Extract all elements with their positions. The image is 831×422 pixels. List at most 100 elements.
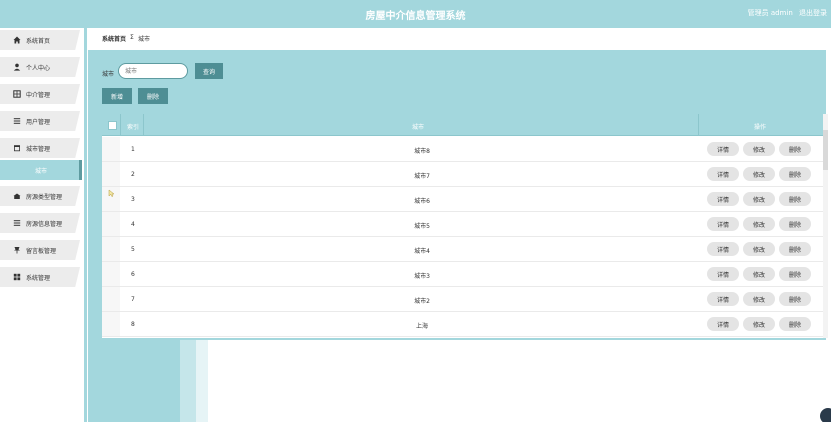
row-checkbox-cell[interactable] [102,287,120,311]
row-checkbox-cell[interactable] [102,312,120,336]
sidebar-item-label: 个人中心 [26,64,51,72]
detail-button[interactable]: 详情 [707,317,739,331]
pointer-cursor-icon [108,189,116,197]
row-city: 城市3 [414,273,430,280]
sidebar-item-label: 系统首页 [26,37,51,45]
column-divider [698,114,699,136]
row-index: 2 [131,171,135,178]
detail-button[interactable]: 详情 [707,242,739,256]
list-icon [13,117,21,125]
edit-button[interactable]: 修改 [743,192,775,206]
row-index: 5 [131,246,135,253]
row-index: 7 [131,296,135,303]
user-label: 管理员 admin [747,9,793,17]
row-index: 6 [131,271,135,278]
detail-button[interactable]: 详情 [707,267,739,281]
apps-icon [13,273,21,281]
detail-button[interactable]: 详情 [707,142,739,156]
detail-button[interactable]: 详情 [707,292,739,306]
delete-button[interactable]: 删除 [779,217,811,231]
decor-stripe [196,340,208,422]
sidebar-item-city-mgmt[interactable]: 城市管理 [0,138,80,158]
sidebar-item-system[interactable]: 系统管理 [0,267,80,287]
delete-button[interactable]: 删除 [779,242,811,256]
sidebar-item-home[interactable]: 系统首页 [0,30,80,50]
edit-button[interactable]: 修改 [743,317,775,331]
breadcrumb: 系统首页 Σ 城市 [88,28,831,50]
detail-button[interactable]: 详情 [707,192,739,206]
row-index: 8 [131,321,135,328]
sidebar-item-city[interactable]: 城市 [0,160,82,180]
table-row: 1 城市8 详情 修改 删除 [102,137,824,162]
header-operation: 操作 [754,124,767,131]
app-title: 房屋中介信息管理系统 [365,11,466,22]
detail-button[interactable]: 详情 [707,167,739,181]
table-header: 索引 城市 操作 [102,114,824,136]
table-scroll-thumb[interactable] [823,130,828,170]
row-checkbox-cell[interactable] [102,237,120,261]
row-checkbox-cell[interactable] [102,137,120,161]
sidebar-item-message-board[interactable]: 留言板管理 [0,240,80,260]
user-area: 管理员 admin 退出登录 [744,8,827,18]
batch-delete-button[interactable]: 删除 [138,88,168,104]
list-icon [13,219,21,227]
calendar-icon [13,144,21,152]
sidebar-item-label: 留言板管理 [26,247,57,255]
table-row: 3 城市6 详情 修改 删除 [102,187,824,212]
row-city: 城市6 [414,198,430,205]
edit-button[interactable]: 修改 [743,142,775,156]
delete-button[interactable]: 删除 [779,317,811,331]
delete-button[interactable]: 删除 [779,267,811,281]
sidebar-item-house-info[interactable]: 房源信息管理 [0,213,80,233]
sidebar-edge [84,28,87,422]
column-divider [143,114,144,136]
grid-icon [13,90,21,98]
sidebar-item-label: 用户管理 [26,118,51,126]
row-index: 1 [131,146,135,153]
row-index: 3 [131,196,135,203]
search-label: 城市 [102,71,115,78]
row-checkbox-cell[interactable] [102,212,120,236]
query-button[interactable]: 查询 [195,63,223,79]
main-content: 城市 查询 新增 删除 索引 城市 操作 1 城市8 详情 修改 删除 2 城市… [88,50,831,422]
floating-badge [820,408,831,422]
breadcrumb-separator: Σ [130,34,134,41]
row-checkbox-cell[interactable] [102,262,120,286]
sidebar-item-label: 城市管理 [26,145,51,153]
table-row: 4 城市5 详情 修改 删除 [102,212,824,237]
edit-button[interactable]: 修改 [743,167,775,181]
edit-button[interactable]: 修改 [743,217,775,231]
breadcrumb-current: 城市 [138,36,151,43]
sidebar-item-label: 系统管理 [26,274,51,282]
add-button[interactable]: 新增 [102,88,132,104]
table-row: 7 城市2 详情 修改 删除 [102,287,824,312]
detail-button[interactable]: 详情 [707,217,739,231]
row-checkbox-cell[interactable] [102,162,120,186]
delete-button[interactable]: 删除 [779,142,811,156]
sidebar-item-house-type[interactable]: 房源类型管理 [0,186,80,206]
table-row: 8 上海 详情 修改 删除 [102,312,824,337]
table-row: 2 城市7 详情 修改 删除 [102,162,824,187]
person-icon [13,63,21,71]
delete-button[interactable]: 删除 [779,192,811,206]
logout-link[interactable]: 退出登录 [799,9,827,17]
row-city: 城市8 [414,148,430,155]
sidebar-item-agency[interactable]: 中介管理 [0,84,80,104]
delete-button[interactable]: 删除 [779,292,811,306]
delete-button[interactable]: 删除 [779,167,811,181]
select-all-checkbox[interactable] [108,121,117,130]
edit-button[interactable]: 修改 [743,292,775,306]
breadcrumb-home[interactable]: 系统首页 [102,34,126,43]
header-index: 索引 [127,124,140,131]
sidebar-item-users[interactable]: 用户管理 [0,111,80,131]
column-divider [120,114,121,136]
edit-button[interactable]: 修改 [743,242,775,256]
table-row: 5 城市4 详情 修改 删除 [102,237,824,262]
sidebar-item-label: 房源类型管理 [26,193,63,201]
sidebar-item-label: 房源信息管理 [26,220,63,228]
row-city: 城市2 [414,298,430,305]
row-city: 城市5 [414,223,430,230]
edit-button[interactable]: 修改 [743,267,775,281]
sidebar-item-personal[interactable]: 个人中心 [0,57,80,77]
search-input[interactable] [118,63,188,79]
